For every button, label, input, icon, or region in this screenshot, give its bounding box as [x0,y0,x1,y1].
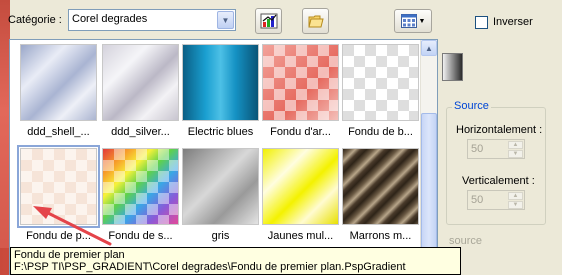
scroll-up-icon[interactable]: ▲ [421,40,437,56]
gradient-caption: ddd_shell_... [27,126,90,138]
spin-down-icon[interactable]: ▼ [508,150,523,158]
horizontal-value: 50 [471,143,484,155]
gradient-preview [442,53,463,81]
gradient-thumbnail[interactable] [182,44,259,121]
gradient-thumbnail[interactable] [262,44,339,121]
gradient-caption: Marrons m... [349,230,412,242]
gradient-thumbnail[interactable] [17,145,100,228]
spin-up-icon[interactable]: ▲ [508,141,523,149]
gradient-thumbnail[interactable] [262,148,339,225]
gradient-thumbnail[interactable] [102,148,179,225]
gradient-thumbnail[interactable] [342,44,419,121]
scroll-thumb[interactable] [421,113,437,253]
horizontal-spinner[interactable]: 50 ▲ ▼ [467,139,525,159]
open-folder-button[interactable] [302,8,329,34]
spin-down-icon[interactable]: ▼ [508,201,523,209]
category-label: Catégorie : [8,14,62,26]
source-hint: source [449,235,483,247]
category-select-value: Corel degrades [72,13,148,25]
chevron-down-icon[interactable]: ▼ [217,11,234,29]
vertical-spinner[interactable]: 50 ▲ ▼ [467,190,525,210]
vertical-label: Verticalement : [462,175,535,187]
category-select[interactable]: Corel degrades ▼ [68,9,236,31]
gradient-caption: Fondu de s... [108,230,173,242]
tooltip-path: F:\PSP TI\PSP_GRADIENT\Corel degrades\Fo… [14,261,406,273]
dropdown-arrow-icon: ▼ [418,17,426,25]
tooltip: Fondu de premier plan F:\PSP TI\PSP_GRAD… [10,247,461,275]
vertical-scrollbar[interactable]: ▲ [420,40,437,274]
gradient-thumbnail[interactable] [182,148,259,225]
invert-checkbox[interactable] [475,16,488,29]
gradient-caption: Fondu de b... [348,126,413,138]
gradient-caption: Fondu d'ar... [270,126,331,138]
invert-label: Inverser [493,16,533,28]
gradient-caption: Electric blues [187,126,254,138]
gradient-caption: ddd_silver... [111,126,170,138]
gradient-thumbnail[interactable] [102,44,179,121]
view-options-button[interactable]: ▼ [394,9,432,33]
edit-gradient-button[interactable] [255,8,282,34]
gradient-caption: Jaunes mul... [267,230,334,242]
chart-icon [260,13,277,29]
gradient-thumbnail[interactable] [342,148,419,225]
gradient-caption: gris [211,230,230,242]
source-group-title: Source [452,100,491,112]
grid-view-icon [400,14,417,28]
tooltip-title: Fondu de premier plan [14,249,125,261]
folder-icon [307,15,324,28]
vertical-value: 50 [471,194,484,206]
spin-up-icon[interactable]: ▲ [508,192,523,200]
gradient-thumbnail-panel[interactable]: ddd_shell_... ddd_silver... Electric blues… [9,39,438,275]
gradient-caption: Fondu de p... [26,230,91,242]
gradient-thumbnail[interactable] [20,44,97,121]
horizontal-label: Horizontalement : [456,124,543,136]
